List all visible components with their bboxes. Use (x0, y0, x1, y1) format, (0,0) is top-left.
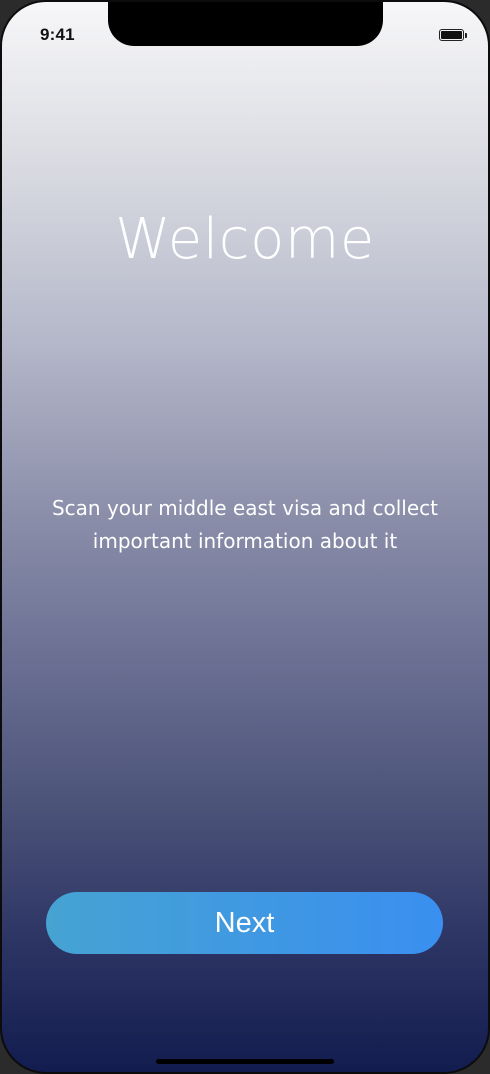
next-button[interactable]: Next (46, 892, 443, 954)
welcome-description: Scan your middle east visa and collect i… (51, 496, 439, 553)
home-indicator[interactable] (156, 1059, 334, 1064)
battery-icon (439, 29, 464, 41)
welcome-title: Welcome (115, 207, 375, 272)
battery-level (441, 31, 462, 39)
status-bar-time: 9:41 (40, 25, 75, 44)
phone-screen: 9:41 Welcome Scan your middle east visa … (0, 0, 490, 1074)
notch (108, 2, 383, 46)
battery-cap (465, 33, 467, 38)
